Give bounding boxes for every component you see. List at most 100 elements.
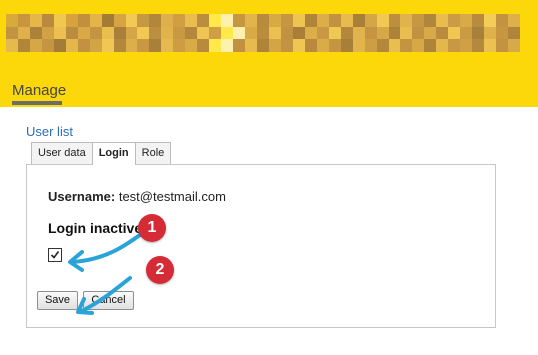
banner-pixel [424, 14, 437, 27]
banner-pixel [484, 14, 497, 27]
banner-pixel [53, 26, 66, 40]
banner-pixel [496, 26, 509, 40]
banner-pixel [41, 14, 54, 27]
banner-pixel [221, 39, 234, 52]
cancel-button[interactable]: Cancel [83, 291, 134, 310]
banner-pixel [197, 26, 210, 40]
banner-pixel [149, 39, 162, 52]
banner-pixel [364, 39, 377, 52]
banner-pixel [257, 14, 269, 27]
banner-pixel [89, 26, 102, 40]
banner-pixel [508, 39, 520, 52]
banner-pixel [292, 39, 305, 52]
banner-pixel [412, 26, 425, 40]
tab-bar: User data Login Role [31, 142, 172, 165]
banner-pixel [101, 39, 114, 52]
tab-user-data[interactable]: User data [31, 142, 93, 164]
banner-pixel [508, 26, 520, 40]
login-inactive-label: Login inactive [48, 220, 143, 236]
banner-pixel [280, 14, 293, 27]
nav-tab-manage[interactable]: Manage [12, 82, 66, 99]
banner-pixel [17, 14, 30, 27]
banner-pixel [149, 26, 162, 40]
banner-pixel [185, 39, 198, 52]
banner-pixel [125, 14, 138, 27]
banner-pixel [77, 14, 90, 27]
banner-pixel [484, 26, 497, 40]
header-bar: Manage [0, 0, 538, 107]
banner-pixel [209, 14, 222, 27]
banner-pixel [496, 14, 509, 27]
banner-pixel [29, 39, 42, 52]
banner-pixel [328, 14, 341, 27]
banner-pixel [221, 14, 234, 27]
step-badge-1: 1 [138, 214, 166, 242]
banner-pixel [233, 26, 246, 40]
banner-pixel [41, 39, 54, 52]
banner-pixel [448, 14, 461, 27]
banner-pixel [209, 39, 222, 52]
banner-pixel [472, 14, 485, 27]
banner-pixel [280, 39, 293, 52]
banner-pixel [197, 14, 210, 27]
banner-pixel [316, 39, 329, 52]
banner-pixel [53, 14, 66, 27]
banner-pixel [53, 39, 66, 52]
banner-pixel [352, 39, 365, 52]
pixelated-logo-banner [6, 14, 520, 52]
banner-pixel [137, 14, 150, 27]
banner-pixel [388, 26, 401, 40]
banner-pixel [6, 14, 18, 27]
banner-pixel [173, 14, 186, 27]
banner-pixel [257, 26, 269, 40]
banner-pixel [376, 14, 389, 27]
banner-pixel [6, 26, 18, 40]
banner-pixel [17, 26, 30, 40]
username-label: Username: [48, 189, 116, 204]
banner-pixel [412, 39, 425, 52]
banner-pixel [221, 26, 234, 40]
checkmark-icon [50, 251, 60, 259]
banner-pixel [245, 26, 258, 40]
tab-role[interactable]: Role [134, 142, 172, 164]
username-value: test@testmail.com [118, 189, 226, 204]
banner-pixel [101, 14, 114, 27]
banner-pixel [412, 14, 425, 27]
banner-pixel [209, 26, 222, 40]
banner-pixel [436, 39, 449, 52]
banner-pixel [89, 14, 102, 27]
banner-pixel [113, 39, 126, 52]
banner-pixel [448, 26, 461, 40]
banner-pixel [376, 26, 389, 40]
banner-pixel [268, 26, 281, 40]
user-list-link[interactable]: User list [26, 124, 73, 139]
banner-pixel [161, 39, 174, 52]
banner-pixel [41, 26, 54, 40]
banner-pixel [29, 14, 42, 27]
banner-pixel [185, 14, 198, 27]
banner-pixel [352, 26, 365, 40]
banner-pixel [460, 14, 473, 27]
banner-pixel [400, 39, 413, 52]
banner-pixel [161, 26, 174, 40]
banner-pixel [376, 39, 389, 52]
banner-pixel [496, 39, 509, 52]
tab-login[interactable]: Login [91, 142, 136, 165]
banner-pixel [137, 26, 150, 40]
banner-pixel [472, 39, 485, 52]
banner-pixel [328, 39, 341, 52]
banner-pixel [316, 26, 329, 40]
banner-pixel [400, 26, 413, 40]
banner-pixel [65, 26, 78, 40]
banner-pixel [113, 14, 126, 27]
login-inactive-checkbox[interactable] [48, 248, 62, 262]
banner-pixel [340, 14, 353, 27]
banner-pixel [304, 14, 317, 27]
save-button[interactable]: Save [37, 291, 78, 310]
banner-pixel [17, 39, 30, 52]
banner-pixel [460, 39, 473, 52]
banner-pixel [65, 39, 78, 52]
banner-pixel [436, 14, 449, 27]
banner-pixel [304, 39, 317, 52]
banner-pixel [292, 14, 305, 27]
